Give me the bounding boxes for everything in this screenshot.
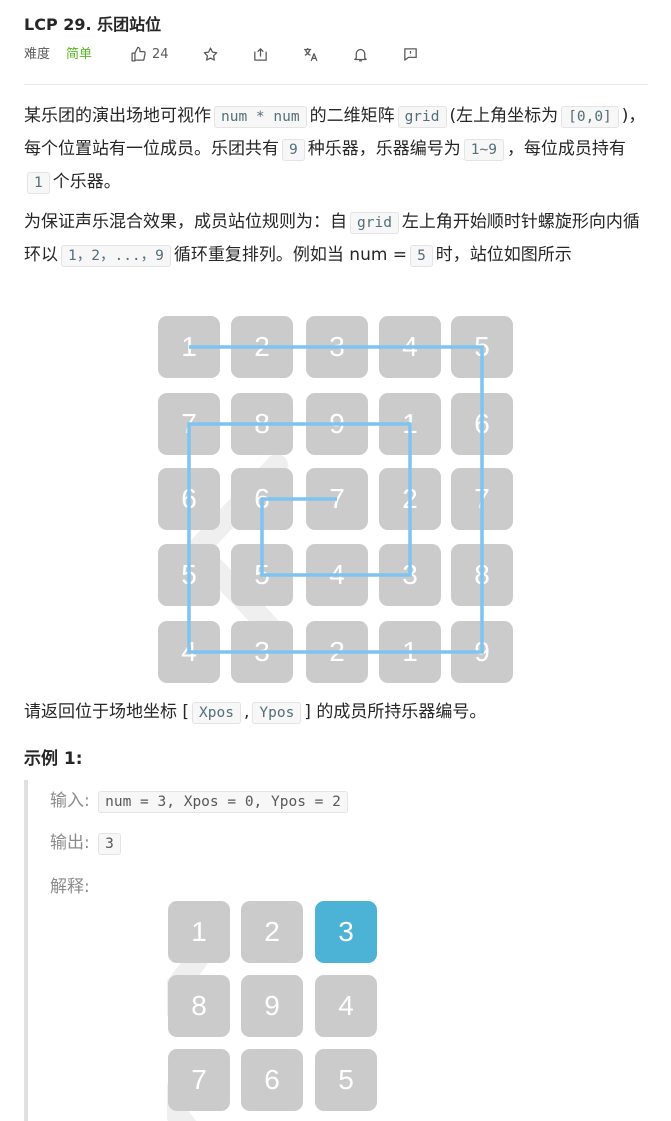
description-paragraph-1: 某乐团的演出场地可视作 num * num 的二维矩阵 grid (左上角坐标为 [0,0… — [24, 106, 646, 194]
inline-code: num * num — [214, 106, 307, 128]
problem-title: LCP 29. 乐团站位 — [24, 15, 162, 34]
inline-code: 5 — [410, 245, 433, 267]
inline-code: 1 — [27, 172, 50, 194]
inline-code: grid — [350, 212, 399, 234]
inline-code: 1~9 — [463, 139, 504, 161]
grid-cell: 9 — [241, 975, 303, 1037]
translate-icon[interactable] — [300, 44, 320, 64]
grid-cell: 2 — [241, 901, 303, 963]
star-icon[interactable] — [200, 44, 220, 64]
difficulty-badge: 简单 — [66, 47, 93, 62]
header-divider — [24, 84, 648, 85]
spiral-path — [187, 345, 484, 654]
spiral-figure-5x5: 1234578916667275543843219 — [157, 315, 515, 685]
inline-code: 9 — [282, 139, 305, 161]
inline-code: Xpos — [192, 702, 241, 724]
explain-label: 解释: — [50, 877, 90, 897]
like-count: 24 — [152, 47, 169, 62]
highlighted-cell: 3 — [315, 901, 377, 963]
description-paragraph-2: 为保证声乐混合效果，成员站位规则为：自 grid 左上角开始顺时针螺旋形向内循环以 1… — [24, 212, 640, 267]
difficulty-label: 难度 — [24, 47, 51, 62]
inline-code: Ypos — [252, 702, 302, 724]
description-paragraph-3: 请返回位于场地坐标 [Xpos, Ypos] 的成员所持乐器编号。 — [24, 702, 487, 724]
output-value: 3 — [98, 833, 121, 855]
thumb-up-icon[interactable] — [128, 44, 148, 64]
example-figure-3x3: 123 894 765 — [167, 900, 379, 1121]
grid-cell: 5 — [315, 1049, 377, 1111]
grid-cell: 1 — [168, 901, 230, 963]
input-value: num = 3, Xpos = 0, Ypos = 2 — [98, 791, 348, 813]
output-label: 输出: — [50, 833, 90, 853]
example-input-line: 输入: num = 3, Xpos = 0, Ypos = 2 — [50, 786, 351, 813]
inline-code: [0,0] — [561, 106, 619, 128]
inline-code: grid — [397, 106, 447, 128]
grid-cell: 4 — [315, 975, 377, 1037]
problem-meta-bar: 难度 简单 24 — [24, 44, 648, 66]
feedback-icon[interactable] — [400, 44, 420, 64]
example-heading: 示例 1: — [24, 749, 83, 769]
grid-cell: 6 — [241, 1049, 303, 1111]
grid-cell: 7 — [168, 1049, 230, 1111]
share-icon[interactable] — [250, 44, 270, 64]
input-label: 输入: — [50, 791, 90, 811]
example-output-line: 输出: 3 — [50, 828, 124, 855]
inline-code: 1，2，...，9 — [61, 245, 171, 267]
grid-cell: 8 — [168, 975, 230, 1037]
bell-icon[interactable] — [350, 44, 370, 64]
